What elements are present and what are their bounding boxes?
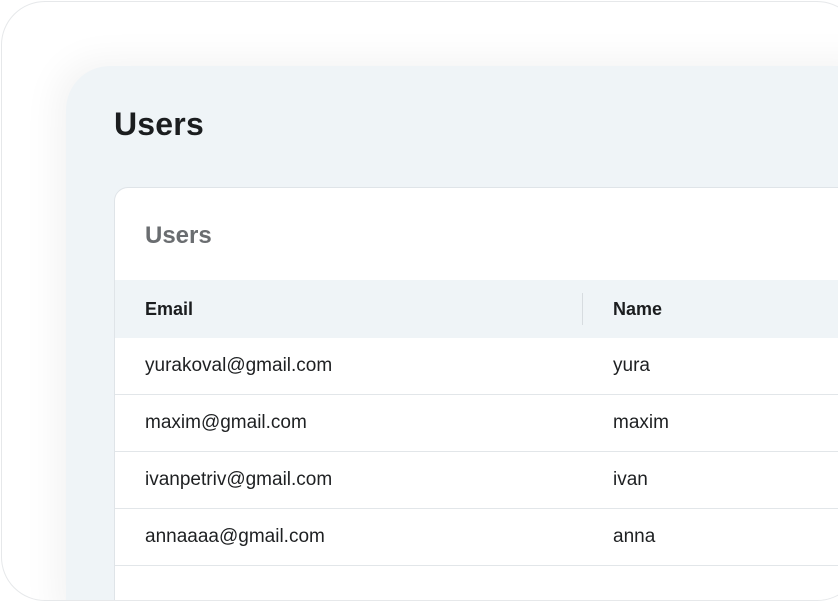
- table-row[interactable]: yurakoval@gmail.com yura: [115, 338, 838, 395]
- cell-name: yura: [613, 355, 650, 376]
- column-divider: [582, 293, 583, 325]
- cell-email: ivanpetriv@gmail.com: [145, 469, 333, 490]
- cell-name: anna: [613, 526, 656, 547]
- users-card: Users Email Name yurakoval@gmail.com yur…: [114, 187, 838, 600]
- table-row[interactable]: maxim@gmail.com maxim: [115, 395, 838, 452]
- cell-email: yurakoval@gmail.com: [145, 355, 333, 376]
- app-window: Users Users Email Name yurakoval@gmail.c…: [66, 66, 838, 600]
- column-header-name[interactable]: Name: [613, 299, 662, 320]
- page-title: Users: [114, 106, 204, 142]
- table-row[interactable]: annaaaa@gmail.com anna: [115, 509, 838, 566]
- device-frame: Users Users Email Name yurakoval@gmail.c…: [1, 1, 838, 601]
- cell-email: annaaaa@gmail.com: [145, 526, 325, 547]
- cell-name: ivan: [613, 469, 648, 490]
- cell-name: maxim: [613, 412, 669, 433]
- table-header: Email Name: [115, 280, 838, 338]
- table-row[interactable]: ivanpetriv@gmail.com ivan: [115, 452, 838, 509]
- card-title: Users: [145, 222, 212, 249]
- users-table: Email Name yurakoval@gmail.com yura maxi…: [115, 280, 838, 566]
- column-header-email[interactable]: Email: [145, 299, 193, 320]
- cell-email: maxim@gmail.com: [145, 412, 307, 433]
